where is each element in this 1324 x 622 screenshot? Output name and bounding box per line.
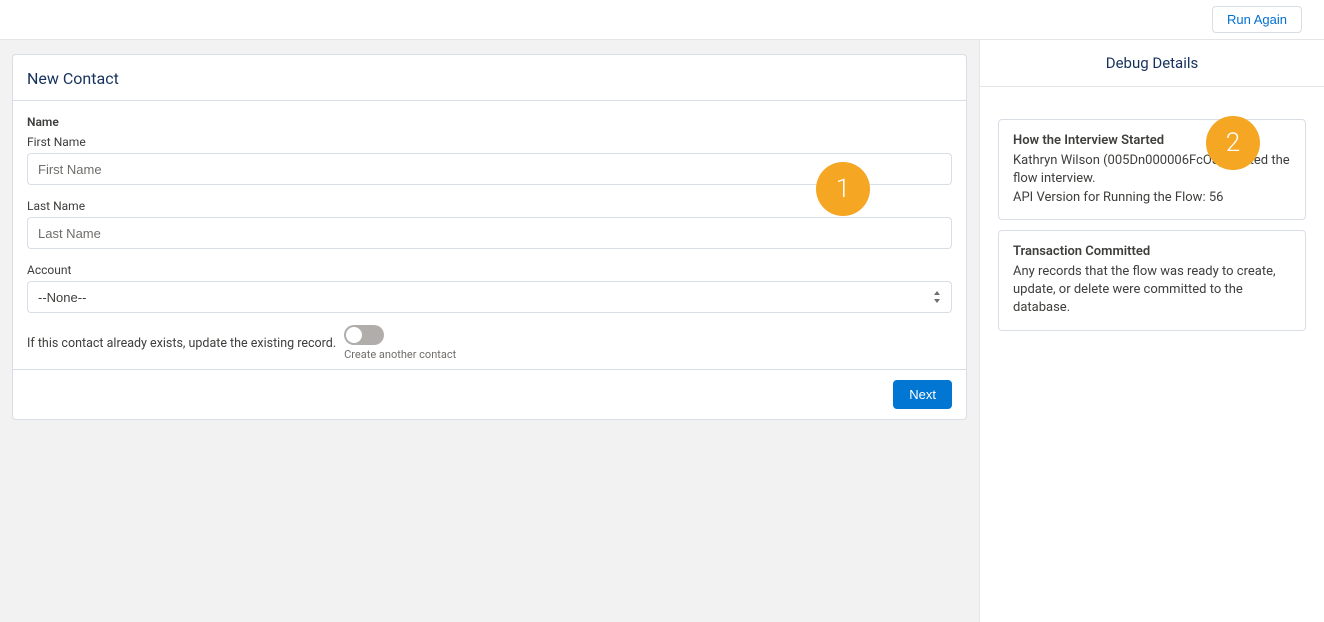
toggle-row: If this contact already exists, update t…: [27, 325, 952, 361]
debug-details-header: Debug Details: [980, 40, 1324, 87]
annotation-badge-2: 2: [1206, 116, 1260, 170]
toggle-sublabel: Create another contact: [344, 348, 456, 361]
card-body: Name First Name Last Name Account --None…: [13, 101, 966, 369]
debug-card-body: Any records that the flow was ready to c…: [1013, 263, 1291, 318]
card-title: New Contact: [13, 55, 966, 101]
account-label: Account: [27, 263, 952, 277]
debug-body: How the Interview Started Kathryn Wilson…: [980, 87, 1324, 331]
first-name-input[interactable]: [27, 153, 952, 185]
account-select-wrapper: --None--: [27, 281, 952, 313]
last-name-label: Last Name: [27, 199, 952, 213]
first-name-label: First Name: [27, 135, 952, 149]
new-contact-card: New Contact Name First Name Last Name Ac…: [12, 54, 967, 420]
main-layout: 1 New Contact Name First Name Last Name …: [0, 40, 1324, 622]
debug-card-interview: How the Interview Started Kathryn Wilson…: [998, 119, 1306, 220]
debug-card-transaction: Transaction Committed Any records that t…: [998, 230, 1306, 331]
name-section-label: Name: [27, 115, 952, 129]
run-again-button[interactable]: Run Again: [1212, 6, 1302, 33]
card-footer: Next: [13, 369, 966, 419]
annotation-badge-1: 1: [816, 162, 870, 216]
next-button[interactable]: Next: [893, 380, 952, 409]
debug-card-title: Transaction Committed: [1013, 243, 1291, 261]
account-select[interactable]: --None--: [27, 281, 952, 313]
right-pane: 2 Debug Details How the Interview Starte…: [980, 40, 1324, 622]
toggle-description: If this contact already exists, update t…: [27, 336, 336, 351]
toggle-knob: [346, 327, 362, 343]
toggle-column: Create another contact: [344, 325, 456, 361]
topbar: Run Again: [0, 0, 1324, 40]
left-pane: 1 New Contact Name First Name Last Name …: [0, 40, 980, 622]
last-name-input[interactable]: [27, 217, 952, 249]
update-existing-toggle[interactable]: [344, 325, 384, 345]
